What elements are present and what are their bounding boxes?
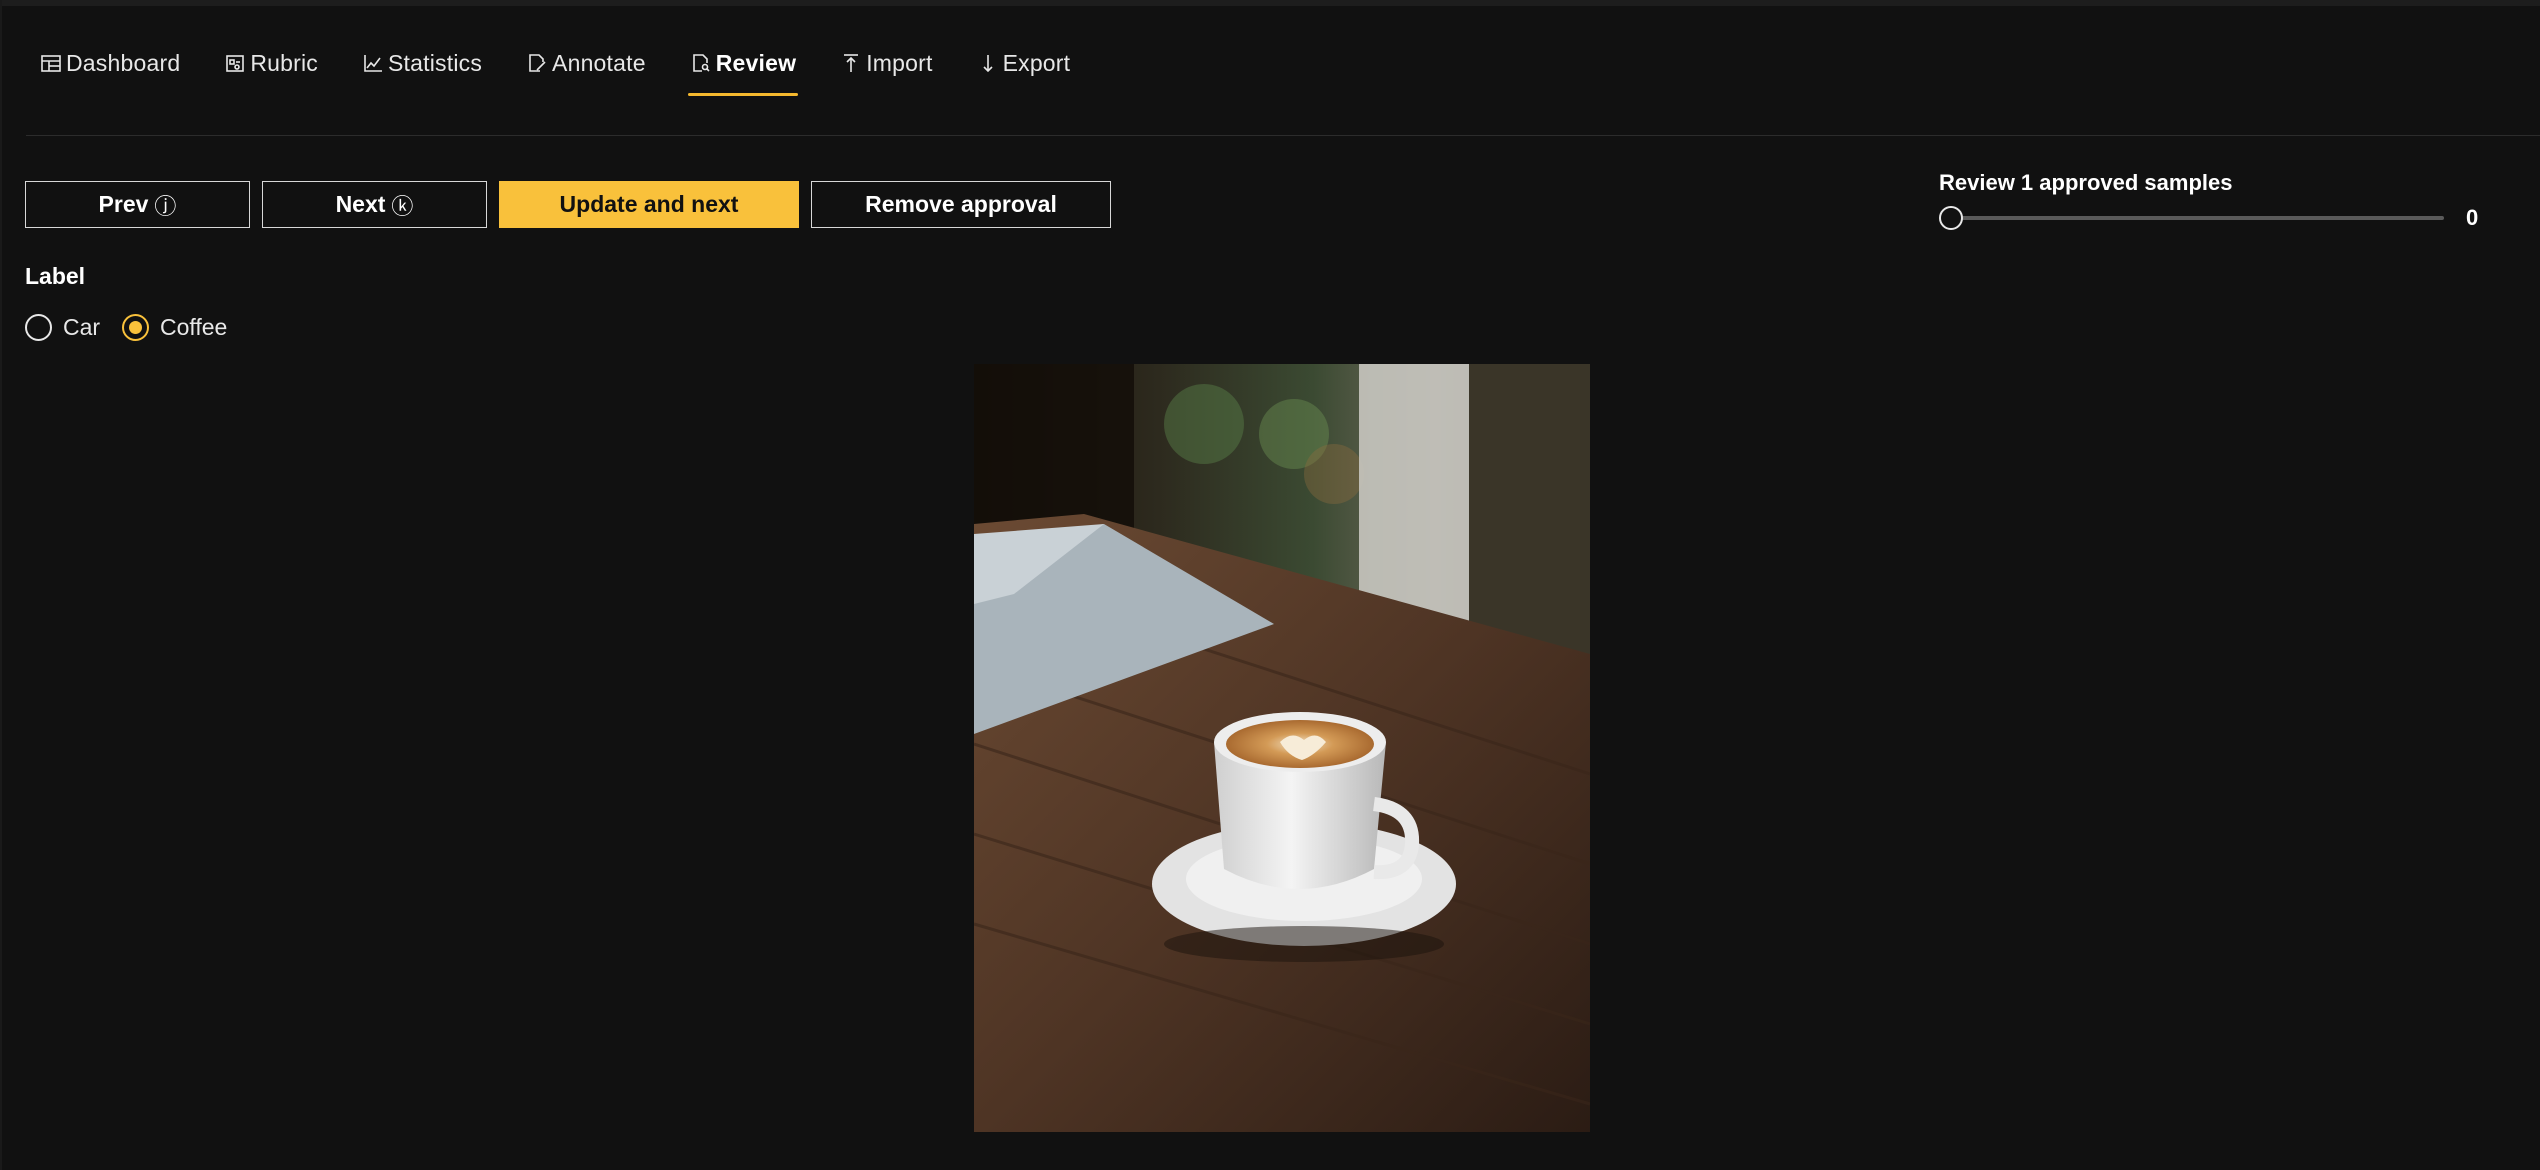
tab-review[interactable]: Review xyxy=(687,44,799,96)
review-count-label: Review 1 approved samples xyxy=(1939,170,2233,195)
radio-label: Coffee xyxy=(160,314,228,340)
tab-label: Annotate xyxy=(552,49,646,76)
tab-rubric[interactable]: Rubric xyxy=(224,44,318,82)
tab-label: Dashboard xyxy=(66,49,181,76)
tab-label: Export xyxy=(1002,49,1071,76)
dashboard-icon xyxy=(41,55,61,72)
tab-label: Statistics xyxy=(388,49,483,76)
export-icon xyxy=(983,55,993,73)
radio-label: Car xyxy=(63,314,101,340)
tab-label: Review xyxy=(715,49,797,76)
tab-export[interactable]: Export xyxy=(977,44,1071,82)
update-button-label: Update and next xyxy=(559,191,739,217)
tab-label: Import xyxy=(866,49,933,76)
prev-button[interactable]: Prev ⓙ xyxy=(25,181,250,228)
annotate-icon xyxy=(529,54,546,72)
shortcut-k-icon: ⓚ xyxy=(391,193,414,219)
main-nav: Dashboard Rubric Statistics Annotate Rev… xyxy=(40,44,1114,98)
left-border xyxy=(0,0,2,1170)
radio-coffee[interactable]: Coffee xyxy=(122,314,227,341)
statistics-icon xyxy=(364,55,382,72)
sample-slider[interactable] xyxy=(1939,206,2444,230)
tab-dashboard[interactable]: Dashboard xyxy=(40,44,180,82)
radio-car[interactable]: Car xyxy=(25,314,100,341)
shortcut-j-icon: ⓙ xyxy=(154,193,177,219)
tab-annotate[interactable]: Annotate xyxy=(526,44,646,82)
review-icon xyxy=(692,54,710,72)
radio-circle[interactable] xyxy=(122,314,149,341)
tab-import[interactable]: Import xyxy=(840,44,932,82)
next-button[interactable]: Next ⓚ xyxy=(262,181,487,228)
slider-track xyxy=(1951,216,2444,220)
tab-label: Rubric xyxy=(250,49,318,76)
tab-statistics[interactable]: Statistics xyxy=(362,44,482,82)
remove-button-label: Remove approval xyxy=(865,191,1057,217)
radio-circle[interactable] xyxy=(25,314,52,341)
top-border xyxy=(0,0,2540,6)
slider-value: 0 xyxy=(2466,205,2479,230)
update-and-next-button[interactable]: Update and next xyxy=(499,181,799,228)
sample-image xyxy=(974,364,1590,1132)
label-heading: Label xyxy=(25,263,86,289)
prev-button-label: Prev xyxy=(98,191,149,217)
nav-divider xyxy=(26,135,2540,136)
slider-thumb[interactable] xyxy=(1939,206,1963,230)
rubric-icon xyxy=(226,55,245,72)
import-icon xyxy=(844,54,859,72)
next-button-label: Next xyxy=(335,191,386,217)
remove-approval-button[interactable]: Remove approval xyxy=(811,181,1111,228)
